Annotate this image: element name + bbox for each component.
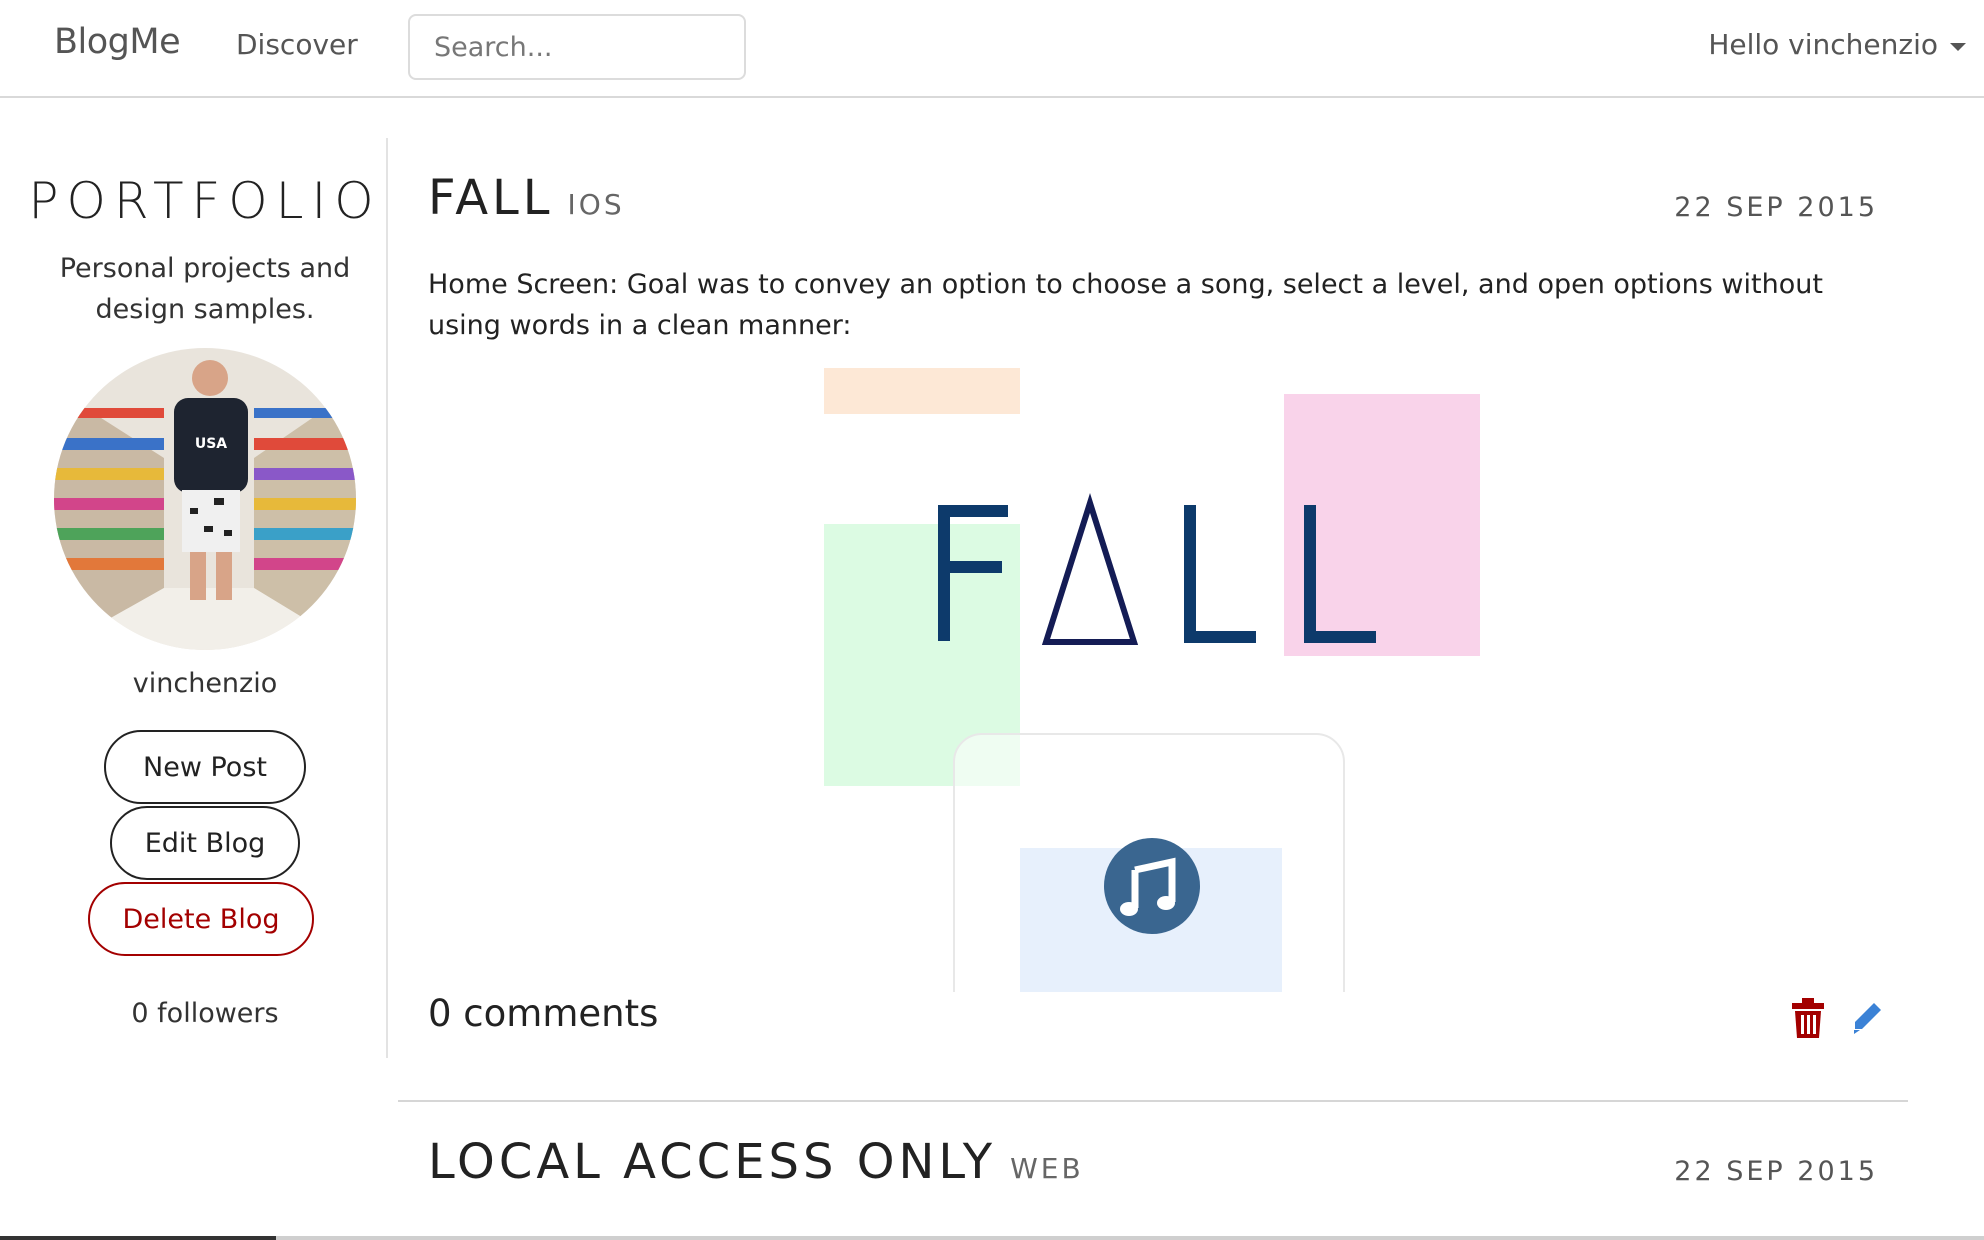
comments-count[interactable]: 0 comments [428,992,658,1035]
post-title-text: LOCAL ACCESS ONLY [428,1134,997,1190]
followers-count: 0 followers [131,998,279,1029]
blog-title: PORTFOLIO [28,172,382,230]
edit-blog-button[interactable]: Edit Blog [110,806,300,880]
post-title-text: FALL [428,170,554,226]
pencil-icon[interactable] [1850,1000,1884,1034]
music-note-icon [1104,838,1200,934]
profile-username: vinchenzio [132,668,278,699]
scrollbar-thumb[interactable] [0,1236,276,1240]
post-tag: IOS [567,188,625,221]
user-greeting: Hello vinchenzio [1708,28,1938,61]
caret-down-icon [1950,42,1966,51]
profile-photo-icon: USA [54,348,356,650]
post-title[interactable]: FALL IOS [428,170,625,226]
profile-sidebar: PORTFOLIO Personal projects and design s… [0,98,388,1058]
fall-app-screenshot [824,368,1480,992]
delete-blog-button[interactable]: Delete Blog [88,882,314,956]
post-date: 22 SEP 2015 [1674,1156,1878,1187]
post-title[interactable]: LOCAL ACCESS ONLY WEB [428,1134,1084,1190]
user-menu-dropdown[interactable]: Hello vinchenzio [1708,28,1966,61]
avatar: USA [54,348,356,650]
brand-logo[interactable]: BlogMe [54,22,181,62]
horizontal-scrollbar[interactable] [0,1236,1984,1240]
post-body-text: Home Screen: Goal was to convey an optio… [428,269,1823,341]
nav-link-discover[interactable]: Discover [236,28,358,61]
post-tag: WEB [1010,1152,1084,1185]
post-date: 22 SEP 2015 [1674,192,1878,223]
post-image [824,368,1480,992]
search-input[interactable] [408,14,746,80]
svg-text:USA: USA [195,436,227,452]
peach-block [824,368,1020,414]
top-navbar: BlogMe Discover Hello vinchenzio [0,0,1984,98]
trash-icon[interactable] [1792,998,1824,1038]
sidebar-divider [386,138,388,1058]
blog-description: Personal projects and design samples. [59,253,351,325]
post-separator [398,1100,1908,1102]
new-post-button[interactable]: New Post [104,730,306,804]
